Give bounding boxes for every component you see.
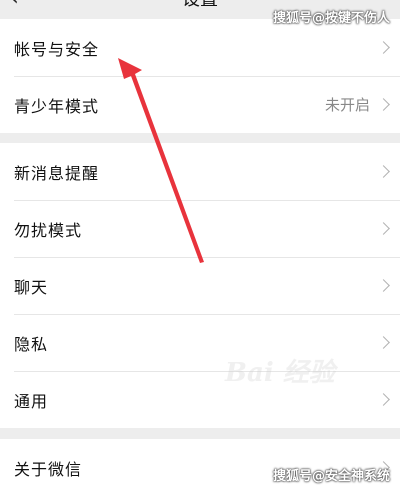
chevron-right-icon — [377, 40, 390, 54]
chevron-right-icon — [377, 221, 390, 235]
settings-item-label: 关于微信 — [14, 459, 83, 479]
settings-item-general[interactable]: 通用 — [0, 371, 400, 428]
chevron-right-icon — [377, 97, 390, 111]
settings-group-general: 新消息提醒 勿扰模式 聊天 隐私 通用 — [0, 143, 400, 428]
settings-item-label: 青少年模式 — [14, 96, 100, 116]
settings-item-value: 未开启 — [324, 96, 370, 114]
top-watermark: 搜狐号@按键不伤人 — [272, 11, 390, 26]
settings-item-label: 帐号与安全 — [14, 39, 100, 59]
settings-item-do-not-disturb[interactable]: 勿扰模式 — [0, 200, 400, 257]
chevron-right-icon — [377, 335, 390, 349]
chevron-right-icon — [377, 164, 390, 178]
settings-item-account-security[interactable]: 帐号与安全 — [0, 19, 400, 76]
baidu-watermark: Bai 经验 — [225, 358, 335, 388]
settings-item-privacy[interactable]: 隐私 — [0, 314, 400, 371]
settings-item-label: 通用 — [14, 391, 49, 411]
chevron-right-icon — [377, 392, 390, 406]
chevron-right-icon — [377, 278, 390, 292]
settings-item-notifications[interactable]: 新消息提醒 — [0, 143, 400, 200]
settings-group-account: 帐号与安全 青少年模式 未开启 — [0, 19, 400, 133]
settings-item-teen-mode[interactable]: 青少年模式 未开启 — [0, 76, 400, 133]
settings-item-label: 聊天 — [14, 277, 49, 297]
bottom-watermark: 搜狐号@安全神系统 — [272, 469, 390, 484]
settings-item-label: 隐私 — [14, 334, 49, 354]
settings-item-label: 勿扰模式 — [14, 220, 83, 240]
settings-item-label: 新消息提醒 — [14, 163, 100, 183]
settings-item-chat[interactable]: 聊天 — [0, 257, 400, 314]
